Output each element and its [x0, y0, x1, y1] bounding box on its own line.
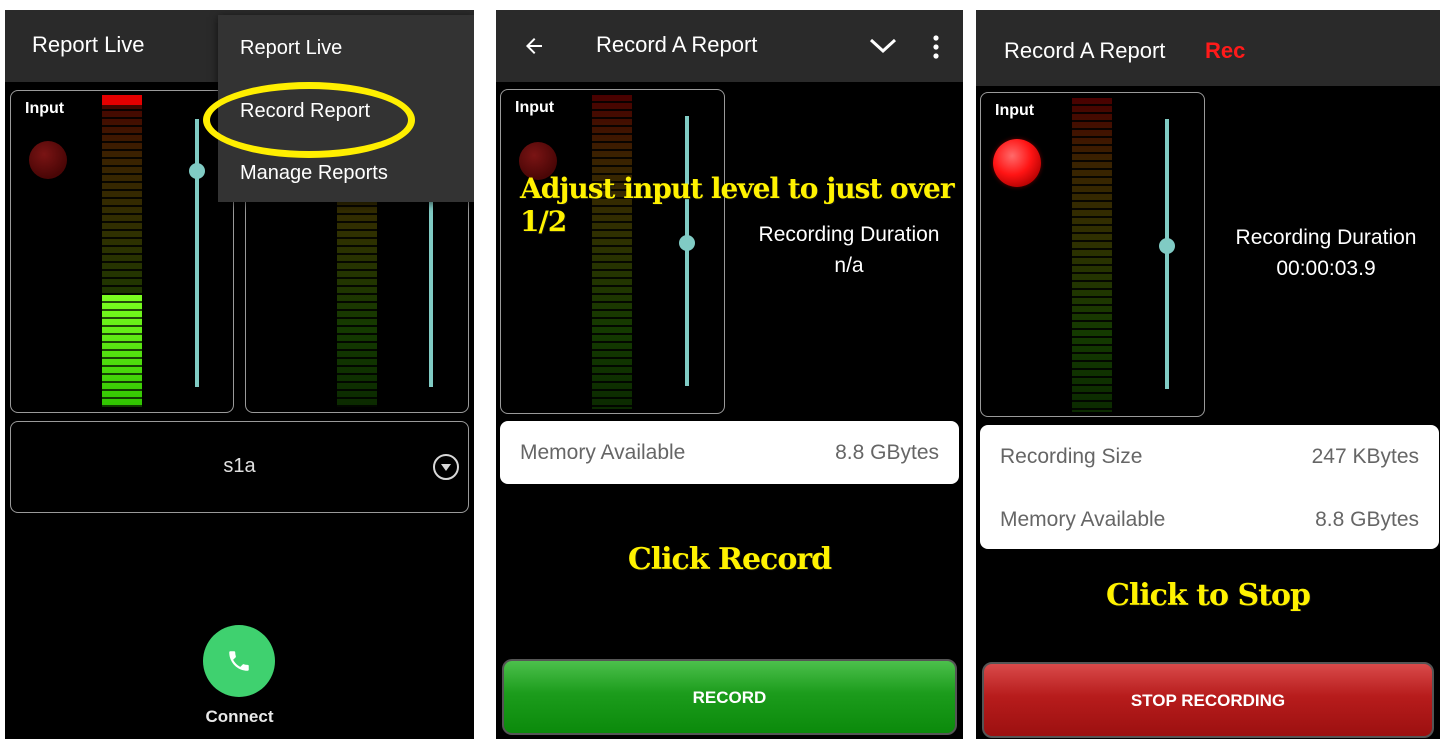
menu-item-manage-reports[interactable]: Manage Reports — [240, 162, 388, 185]
memory-value: 8.8 GBytes — [1315, 508, 1419, 531]
input-meter-panel: Input — [10, 90, 234, 413]
record-report-screen: Record A Report Input Recording Duration… — [496, 10, 963, 739]
gain-slider-track[interactable] — [195, 119, 199, 387]
meter-label: Input — [515, 99, 555, 116]
input-meter-panel: Input — [500, 89, 725, 414]
duration-label: Recording Duration — [1235, 226, 1417, 249]
chevron-down-icon[interactable] — [433, 454, 459, 480]
recording-screen: Record A Report Rec Input Recording Dura… — [976, 10, 1440, 739]
meter-label: Input — [25, 100, 65, 117]
more-vert-icon[interactable] — [932, 34, 940, 60]
gain-slider-track[interactable] — [685, 116, 689, 386]
level-meter-fill — [102, 294, 142, 407]
page-title: Record A Report — [596, 32, 758, 57]
gain-slider-thumb[interactable] — [189, 163, 205, 179]
duration-value: n/a — [834, 254, 864, 277]
recording-info-box: Recording Size 247 KBytes Memory Availab… — [980, 425, 1439, 549]
duration-value: 00:00:03.9 — [1276, 257, 1376, 280]
gain-slider-thumb[interactable] — [1159, 238, 1175, 254]
rec-badge: Rec — [1205, 38, 1246, 63]
memory-info-box: Memory Available 8.8 GBytes — [500, 421, 959, 484]
page-title: Record A Report — [1004, 38, 1166, 63]
record-button[interactable]: RECORD — [502, 659, 957, 735]
app-bar: Record A Report Rec — [976, 10, 1440, 86]
highlight-circle — [203, 82, 415, 158]
dropdown-value: s1a — [223, 455, 256, 477]
page-title: Report Live — [32, 32, 145, 57]
recording-duration: Recording Duration 00:00:03.9 — [1214, 222, 1438, 284]
back-arrow-icon[interactable] — [522, 34, 546, 58]
memory-value: 8.8 GBytes — [835, 441, 939, 464]
level-meter — [1072, 98, 1112, 412]
server-dropdown[interactable]: s1a — [10, 421, 469, 513]
size-label: Recording Size — [1000, 445, 1143, 468]
stop-recording-button[interactable]: STOP RECORDING — [982, 662, 1434, 738]
memory-label: Memory Available — [1000, 508, 1166, 531]
record-indicator-led — [29, 141, 67, 179]
input-meter-panel: Input — [980, 92, 1205, 417]
record-indicator-led — [993, 139, 1041, 187]
connect-label: Connect — [205, 707, 274, 726]
memory-row: Memory Available 8.8 GBytes — [520, 441, 939, 465]
chevron-down-icon[interactable] — [868, 36, 898, 56]
size-value: 247 KBytes — [1311, 445, 1419, 468]
memory-row: Memory Available 8.8 GBytes — [1000, 508, 1419, 532]
annotation-click-record: Click Record — [627, 542, 832, 577]
level-meter — [102, 95, 142, 407]
level-meter — [592, 95, 632, 409]
meter-label: Input — [995, 102, 1035, 119]
connect-button[interactable] — [203, 625, 275, 697]
memory-label: Memory Available — [520, 441, 686, 464]
menu-item-report-live[interactable]: Report Live — [240, 37, 342, 60]
annotation-adjust-level: Adjust input level to just over 1/2 — [520, 172, 955, 238]
report-live-screen: Report Live Input Report Live Record Rep… — [5, 10, 474, 739]
recording-size-row: Recording Size 247 KBytes — [1000, 445, 1419, 469]
phone-icon — [229, 651, 249, 671]
peak-indicator — [102, 95, 142, 105]
annotation-click-to-stop: Click to Stop — [1106, 578, 1311, 613]
app-bar: Record A Report — [496, 10, 963, 82]
gain-slider-track[interactable] — [1165, 119, 1169, 389]
